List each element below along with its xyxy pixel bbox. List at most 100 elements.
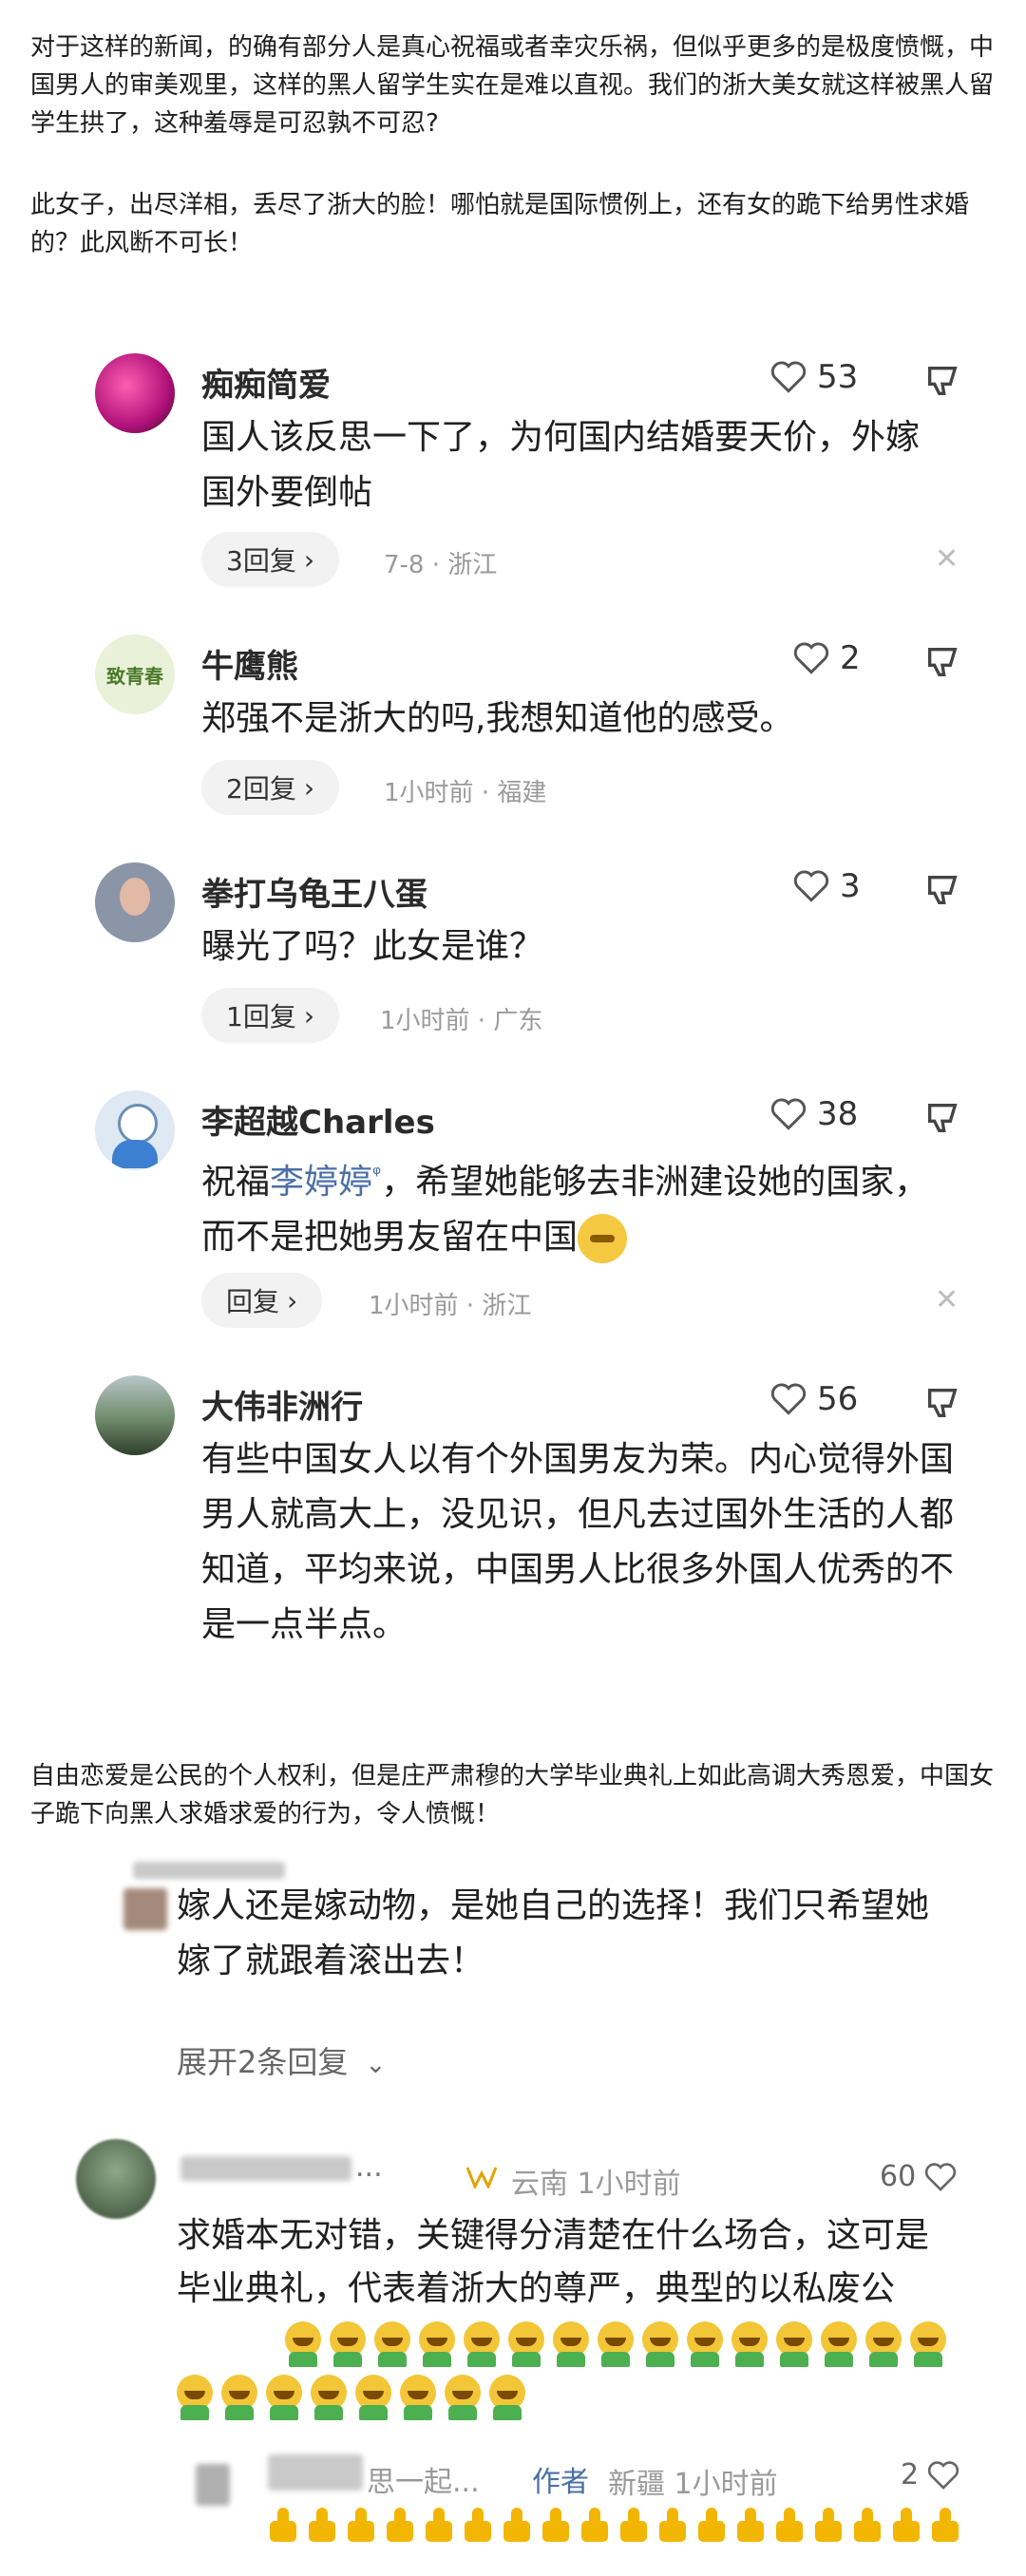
comment-meta: 1小时前 · 广东 xyxy=(380,1007,543,1035)
date: 7-8 xyxy=(384,551,425,579)
username[interactable]: 痴痴简爱 xyxy=(201,359,331,406)
like-button[interactable]: 60 xyxy=(880,2160,958,2193)
thumbs-up-icon xyxy=(346,2508,378,2544)
thumbs-up-icon xyxy=(541,2508,573,2544)
location: 浙江 xyxy=(482,1292,532,1320)
grin-emoji-icon xyxy=(865,2321,902,2367)
grin-emoji-icon xyxy=(445,2375,481,2420)
thumbs-up-icon xyxy=(891,2508,923,2544)
comment-body: 求婚本无对错，关键得分清楚在什么场合，这可是毕业典礼，代表着浙大的尊严，典型的以… xyxy=(177,2216,930,2308)
dislike-icon[interactable] xyxy=(923,1384,961,1422)
replies-button[interactable]: 3回复 › xyxy=(201,532,340,587)
date: 1小时前 xyxy=(384,779,474,807)
grin-emoji-icon xyxy=(374,2321,410,2367)
avatar[interactable] xyxy=(95,862,175,942)
close-icon[interactable]: ✕ xyxy=(935,542,959,576)
author-badge: 作者 xyxy=(532,2466,589,2499)
grin-emoji-icon xyxy=(311,2375,347,2420)
dislike-icon[interactable] xyxy=(923,362,961,400)
like-button[interactable]: 2 xyxy=(792,639,861,677)
location: 福建 xyxy=(497,779,547,807)
location: 新疆 xyxy=(608,2468,665,2501)
like-button[interactable]: 53 xyxy=(770,358,858,396)
blurred-avatar xyxy=(124,1888,167,1930)
blurred-avatar xyxy=(196,2464,230,2506)
avatar[interactable]: 致青春 xyxy=(95,635,175,714)
avatar[interactable] xyxy=(95,353,175,433)
thumbs-up-icon xyxy=(463,2508,495,2544)
like-count: 53 xyxy=(817,358,859,396)
dislike-icon[interactable] xyxy=(923,643,961,681)
like-count: 56 xyxy=(817,1380,859,1418)
avatar[interactable] xyxy=(95,1375,175,1455)
middle-paragraph: 自由恋爱是公民的个人权利，但是庄严肃穆的大学毕业典礼上如此高调大秀恩爱，中国女子… xyxy=(30,1762,995,1828)
username[interactable]: 牛鹰熊 xyxy=(201,640,298,687)
grin-emoji-icon xyxy=(355,2375,391,2420)
avatar[interactable] xyxy=(95,1090,175,1170)
chevron-right-icon: › xyxy=(303,543,315,576)
thumbs-up-icon xyxy=(813,2508,846,2544)
thumbs-up-icon xyxy=(774,2508,807,2544)
like-count: 2 xyxy=(901,2458,920,2491)
username[interactable]: 拳打乌龟王八蛋 xyxy=(201,868,428,915)
username[interactable]: 李超越Charles xyxy=(201,1096,435,1143)
thumbs-up-icon xyxy=(735,2508,768,2544)
like-button[interactable]: 56 xyxy=(770,1380,858,1418)
username[interactable]: 大伟非洲行 xyxy=(201,1381,363,1428)
thumbs-up-icon xyxy=(657,2508,690,2544)
mention-link[interactable]: 李婷婷ᵠ xyxy=(270,1163,381,1202)
search-icon: ᵠ xyxy=(372,1163,382,1186)
date: 1小时前 xyxy=(380,1007,470,1035)
thumbs-emoji-row xyxy=(268,2508,969,2544)
thumbs-up-icon xyxy=(618,2508,651,2544)
dislike-icon[interactable] xyxy=(923,871,961,909)
grin-emoji-icon xyxy=(285,2321,321,2367)
smirk-emoji-icon xyxy=(578,1214,628,1263)
grin-emoji-icon xyxy=(553,2321,589,2367)
thumbs-up-icon xyxy=(502,2508,534,2544)
comment-text: 有些中国女人以有个外国男友为荣。内心觉得外国男人就高大上，没见识，但凡去过国外生… xyxy=(201,1440,955,1644)
replies-label: 1回复 xyxy=(226,1001,296,1032)
comment-text: 郑强不是浙大的吗,我想知道他的感受。 xyxy=(201,699,794,738)
location: 广东 xyxy=(493,1007,543,1035)
comment-meta: 7-8 · 浙江 xyxy=(384,551,498,579)
grin-emoji-icon xyxy=(732,2321,768,2367)
avatar-body xyxy=(112,1140,158,1168)
grin-emoji-icon xyxy=(330,2321,366,2367)
dislike-icon[interactable] xyxy=(923,1099,961,1137)
grin-emoji-icon xyxy=(598,2321,634,2367)
chevron-right-icon: › xyxy=(287,1284,298,1316)
time: 1小时前 xyxy=(577,2168,681,2201)
grin-emoji-icon xyxy=(489,2375,525,2420)
grin-emoji-icon xyxy=(642,2321,678,2367)
expand-replies-button[interactable]: 展开2条回复 ⌄ xyxy=(177,2038,386,2082)
like-button[interactable]: 2 xyxy=(901,2458,960,2491)
replies-button[interactable]: 回复 › xyxy=(201,1273,323,1328)
grin-emoji-icon xyxy=(419,2321,455,2367)
location: 云南 xyxy=(511,2168,568,2201)
close-icon[interactable]: ✕ xyxy=(935,1283,959,1316)
thumbs-up-icon xyxy=(696,2508,729,2544)
chevron-down-icon: ⌄ xyxy=(365,2051,387,2079)
text-prefix: 祝福 xyxy=(201,1163,271,1202)
replies-button[interactable]: 2回复 › xyxy=(201,760,340,815)
thumbs-up-icon xyxy=(852,2508,884,2544)
replies-label: 3回复 xyxy=(226,545,296,577)
avatar-figure xyxy=(118,1104,158,1144)
like-button[interactable]: 38 xyxy=(770,1095,858,1133)
location: 浙江 xyxy=(447,551,498,579)
blurred-username xyxy=(133,1862,285,1879)
like-button[interactable]: 3 xyxy=(792,867,861,905)
comment-text: 曝光了吗？此女是谁？ xyxy=(201,927,544,966)
like-count: 3 xyxy=(840,867,861,905)
avatar-figure xyxy=(120,878,150,916)
thumbs-up-icon xyxy=(424,2508,456,2544)
blurred-username xyxy=(180,2156,352,2181)
time: 1小时前 xyxy=(674,2468,778,2501)
replies-button[interactable]: 1回复 › xyxy=(201,988,340,1043)
username-ellipsis: ... xyxy=(355,2150,383,2184)
replies-label: 2回复 xyxy=(226,773,296,805)
chevron-right-icon: › xyxy=(303,771,315,804)
avatar[interactable] xyxy=(76,2139,156,2219)
grin-emoji-icon xyxy=(776,2321,812,2367)
